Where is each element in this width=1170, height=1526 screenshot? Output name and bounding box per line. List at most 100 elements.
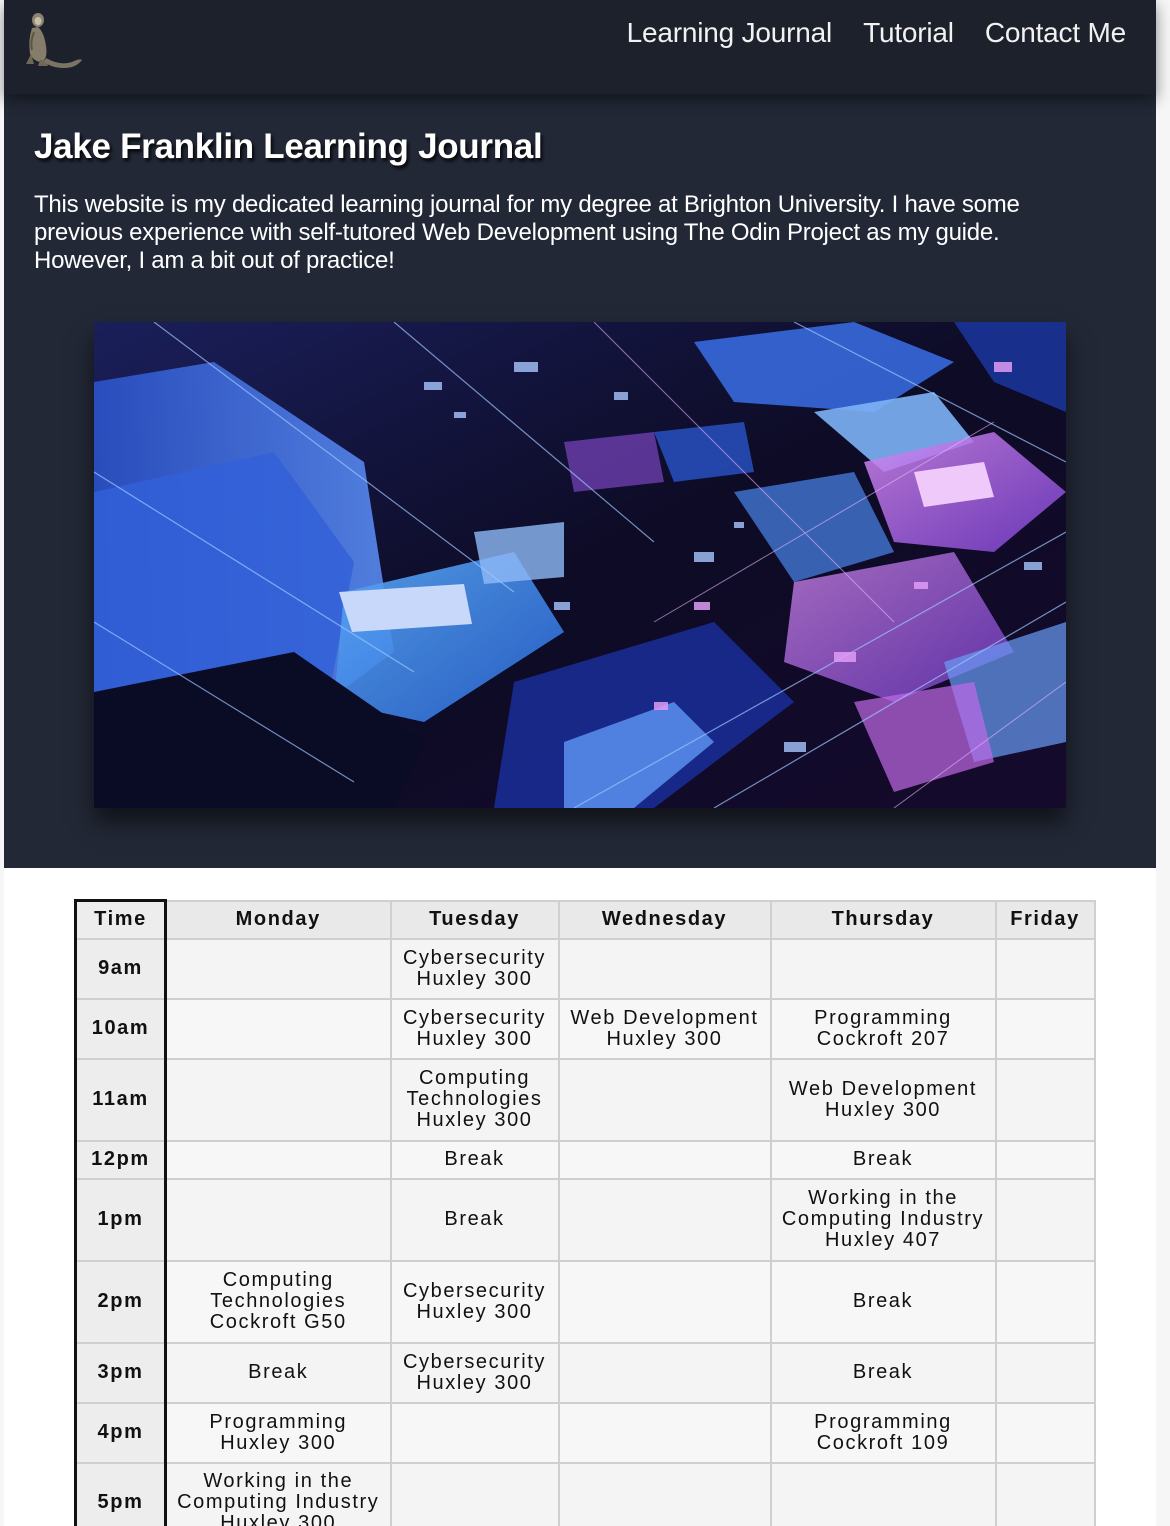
- cell-line: Huxley 300: [220, 1512, 337, 1526]
- cell-line: Technologies: [210, 1290, 347, 1312]
- cell-friday: [994, 1401, 1096, 1464]
- cell-line: Technologies: [406, 1088, 543, 1110]
- cell-wednesday: [557, 1401, 772, 1464]
- time-cell: 2pm: [74, 1259, 167, 1344]
- cell-wednesday: [557, 1139, 772, 1180]
- cell-thursday: [769, 1461, 997, 1526]
- timetable-body: 9am Cybersecurity Huxley 300 10am Cybersecur…: [74, 937, 1096, 1526]
- cell-line: Break: [852, 1148, 914, 1170]
- table-row: 3pm Break Cybersecurity Huxley 300 Break: [74, 1341, 1096, 1404]
- cell-wednesday: [557, 1177, 772, 1262]
- cell-thursday: Programming Cockroft 207: [769, 997, 997, 1060]
- timetable-section: Time Monday Tuesday Wednesday Thursday F…: [4, 868, 1156, 1526]
- cell-line: Huxley 300: [416, 1371, 533, 1394]
- cell-line: Cockroft 109: [816, 1431, 950, 1454]
- timetable-header-row: Time Monday Tuesday Wednesday Thursday F…: [74, 899, 1096, 940]
- cell-friday: [994, 1259, 1096, 1344]
- cell-tuesday: Break: [389, 1177, 560, 1262]
- cell-wednesday: Web Development Huxley 300: [557, 997, 772, 1060]
- cell-line: Break: [852, 1290, 914, 1312]
- cell-friday: [994, 997, 1096, 1060]
- cell-tuesday: Cybersecurity Huxley 300: [389, 1259, 560, 1344]
- cell-thursday: Web Development Huxley 300: [769, 1057, 997, 1142]
- cell-line: Computing Industry: [177, 1491, 380, 1513]
- cell-line: Huxley 300: [416, 1300, 533, 1323]
- cell-friday: [994, 1139, 1096, 1180]
- cell-line: Huxley 300: [416, 1109, 533, 1131]
- cell-line: Cockroft G50: [209, 1311, 347, 1333]
- right-margin: [1156, 0, 1170, 1526]
- cell-tuesday: Break: [389, 1139, 560, 1180]
- cell-monday: Computing Technologies Cockroft G50: [164, 1259, 392, 1344]
- header-monday: Monday: [164, 899, 392, 940]
- cell-thursday: Programming Cockroft 109: [769, 1401, 997, 1464]
- cell-monday: [164, 997, 392, 1060]
- cell-wednesday: [557, 1057, 772, 1142]
- intro-paragraph: This website is my dedicated learning jo…: [34, 191, 1020, 274]
- hero-image: [94, 322, 1066, 808]
- cell-line: Huxley 300: [416, 1027, 533, 1050]
- cell-thursday: Break: [769, 1139, 997, 1180]
- table-row: 12pm Break Break: [74, 1139, 1096, 1180]
- navbar: Learning Journal Tutorial Contact Me: [4, 0, 1156, 94]
- time-cell: 1pm: [74, 1177, 167, 1262]
- cell-line: Huxley 300: [606, 1027, 723, 1050]
- cell-thursday: Break: [769, 1341, 997, 1404]
- cell-line: Break: [444, 1148, 505, 1170]
- cell-monday: Break: [164, 1341, 392, 1404]
- table-row: 2pm Computing Technologies Cockroft G50 Cybe…: [74, 1259, 1096, 1344]
- table-row: 1pm Break Working in the Computing Industry…: [74, 1177, 1096, 1262]
- nav-links: Learning Journal Tutorial Contact Me: [627, 17, 1127, 49]
- cell-monday: [164, 937, 392, 1000]
- time-cell: 9am: [74, 937, 167, 1000]
- nav-link-contact-me[interactable]: Contact Me: [985, 17, 1126, 49]
- time-cell: 11am: [74, 1057, 167, 1142]
- cell-line: Break: [444, 1208, 505, 1230]
- cell-tuesday: Computing Technologies Huxley 300: [389, 1057, 560, 1142]
- cell-friday: [994, 1461, 1096, 1526]
- cell-thursday: [769, 937, 997, 1000]
- cell-line: Working in the: [808, 1187, 958, 1209]
- nav-link-tutorial[interactable]: Tutorial: [863, 17, 954, 49]
- cell-tuesday: Cybersecurity Huxley 300: [389, 997, 560, 1060]
- cell-line: Huxley 300: [416, 967, 533, 990]
- cell-line: Computing Industry: [781, 1208, 985, 1230]
- table-row: 4pm Programming Huxley 300 Programming Cockr…: [74, 1401, 1096, 1464]
- table-row: 9am Cybersecurity Huxley 300: [74, 937, 1096, 1000]
- time-cell: 4pm: [74, 1401, 167, 1464]
- header-wednesday: Wednesday: [557, 899, 772, 940]
- cell-line: Huxley 300: [824, 1098, 942, 1121]
- time-cell: 3pm: [74, 1341, 167, 1404]
- cell-line: Web Development: [570, 1006, 759, 1029]
- cell-tuesday: [389, 1401, 560, 1464]
- cell-line: Huxley 300: [220, 1431, 337, 1454]
- cell-wednesday: [557, 1341, 772, 1404]
- cell-wednesday: [557, 1259, 772, 1344]
- nav-link-learning-journal[interactable]: Learning Journal: [627, 17, 833, 49]
- cell-line: Huxley 407: [824, 1229, 942, 1251]
- cell-monday: Programming Huxley 300: [164, 1401, 392, 1464]
- table-row: 10am Cybersecurity Huxley 300 Web Developme…: [74, 997, 1096, 1060]
- time-cell: 5pm: [74, 1461, 167, 1526]
- monkey-logo-icon[interactable]: [20, 10, 84, 72]
- cell-friday: [994, 937, 1096, 1000]
- cell-monday: [164, 1057, 392, 1142]
- cell-line: Cybersecurity: [402, 1350, 547, 1373]
- cell-line: Programming: [814, 1410, 952, 1433]
- cell-line: Programming: [814, 1006, 952, 1029]
- cell-line: Programming: [209, 1410, 348, 1433]
- cell-thursday: Break: [769, 1259, 997, 1344]
- cell-line: Break: [852, 1361, 914, 1383]
- cell-monday: [164, 1139, 392, 1180]
- page-title: Jake Franklin Learning Journal: [34, 127, 543, 166]
- cell-line: Computing: [222, 1269, 334, 1291]
- cell-line: Computing: [418, 1067, 531, 1089]
- cell-line: Break: [248, 1361, 309, 1383]
- cell-friday: [994, 1177, 1096, 1262]
- cell-wednesday: [557, 937, 772, 1000]
- header-friday: Friday: [994, 899, 1096, 940]
- cell-tuesday: Cybersecurity Huxley 300: [389, 1341, 560, 1404]
- cell-line: Web Development: [788, 1077, 978, 1100]
- cell-tuesday: Cybersecurity Huxley 300: [389, 937, 560, 1000]
- table-row: 11am Computing Technologies Huxley 300 Web D…: [74, 1057, 1096, 1142]
